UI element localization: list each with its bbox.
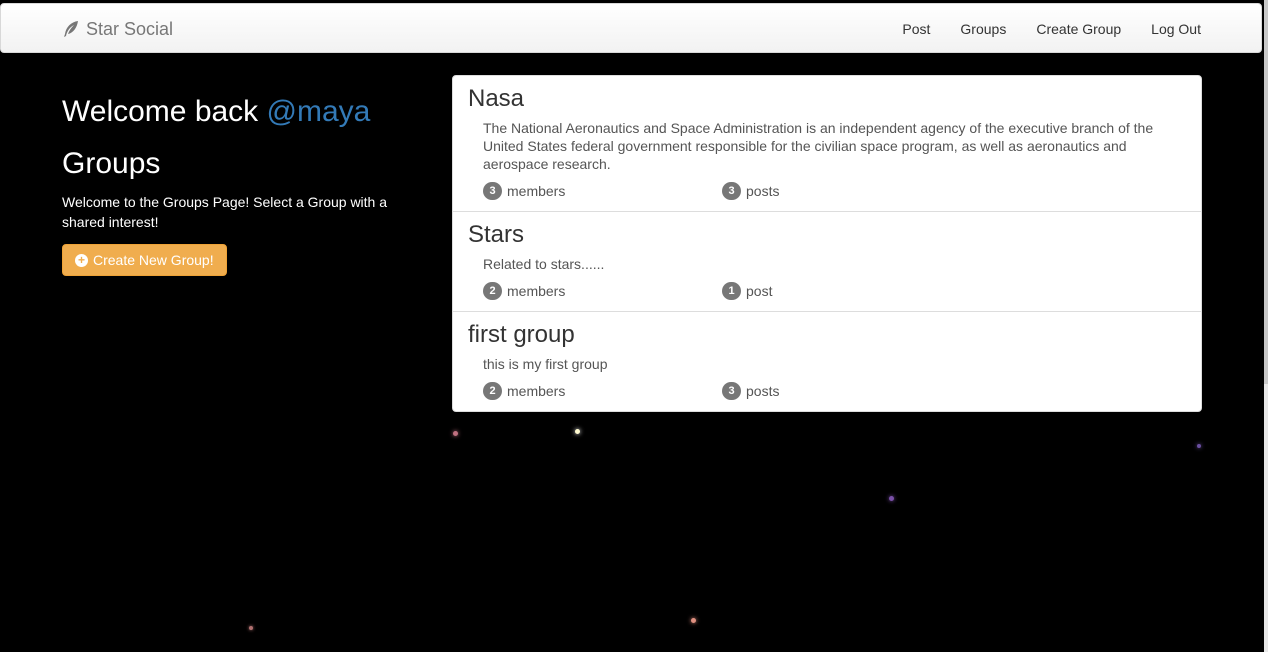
star-dot <box>575 429 580 434</box>
member-count-badge: 2 <box>483 282 502 300</box>
group-name: first group <box>468 321 575 348</box>
member-stat: 2 members <box>483 381 722 401</box>
page-title: Groups <box>62 147 161 180</box>
page: Star Social Post Groups Create Group Log… <box>0 0 1268 652</box>
group-description: this is my first group <box>483 356 608 372</box>
create-new-group-button[interactable]: + Create New Group! <box>62 244 227 276</box>
nav-links: Post Groups Create Group Log Out <box>872 4 1201 54</box>
member-stat: 2 members <box>483 281 722 301</box>
member-count-badge: 3 <box>483 182 502 200</box>
scrollbar-thumb[interactable] <box>1264 0 1268 384</box>
member-count-badge: 2 <box>483 382 502 400</box>
post-label: posts <box>746 183 780 199</box>
nav-create-group[interactable]: Create Group <box>1036 21 1121 37</box>
sidebar: Welcome back @maya Groups Welcome to the… <box>62 90 412 276</box>
group-item-nasa[interactable]: Nasa The National Aeronautics and Space … <box>453 76 1201 212</box>
intro-text: Welcome to the Groups Page! Select a Gro… <box>62 194 388 230</box>
group-stats: 3 members 3 posts <box>483 181 1186 201</box>
post-stat: 3 posts <box>722 181 961 201</box>
welcome-heading: Welcome back @maya <box>62 90 412 134</box>
group-list: Nasa The National Aeronautics and Space … <box>452 75 1202 412</box>
member-stat: 3 members <box>483 181 722 201</box>
post-count-badge: 3 <box>722 182 741 200</box>
star-dot <box>453 431 458 436</box>
post-count-badge: 1 <box>722 282 741 300</box>
post-stat: 1 post <box>722 281 961 301</box>
plus-circle-icon: + <box>75 253 88 267</box>
group-name: Nasa <box>468 85 525 112</box>
nav-log-out[interactable]: Log Out <box>1151 21 1201 37</box>
nav-groups[interactable]: Groups <box>960 21 1006 37</box>
group-description: Related to stars...... <box>483 256 605 272</box>
group-item-stars[interactable]: Stars Related to stars...... 2 members 1… <box>453 212 1201 312</box>
member-label: members <box>507 383 566 399</box>
page-scrollbar[interactable] <box>1264 0 1268 652</box>
star-dot <box>889 496 894 501</box>
nav-post[interactable]: Post <box>902 21 930 37</box>
username: @maya <box>266 95 371 128</box>
create-new-group-label: Create New Group! <box>93 252 214 268</box>
star-dot <box>691 618 696 623</box>
post-label: posts <box>746 383 780 399</box>
star-dot <box>1197 444 1201 448</box>
welcome-prefix: Welcome back <box>62 95 267 128</box>
star-dot <box>249 626 253 630</box>
group-name: Stars <box>468 221 525 248</box>
feather-icon <box>64 21 78 37</box>
post-count-badge: 3 <box>722 382 741 400</box>
group-item-first-group[interactable]: first group this is my first group 2 mem… <box>453 312 1201 411</box>
brand-link[interactable]: Star Social <box>62 4 173 54</box>
post-label: post <box>746 283 773 299</box>
group-stats: 2 members 1 post <box>483 281 1186 301</box>
brand-name: Star Social <box>86 18 174 39</box>
group-stats: 2 members 3 posts <box>483 381 1186 401</box>
member-label: members <box>507 183 566 199</box>
group-description: The National Aeronautics and Space Admin… <box>483 120 1154 172</box>
post-stat: 3 posts <box>722 381 961 401</box>
member-label: members <box>507 283 566 299</box>
navbar: Star Social Post Groups Create Group Log… <box>0 3 1262 53</box>
